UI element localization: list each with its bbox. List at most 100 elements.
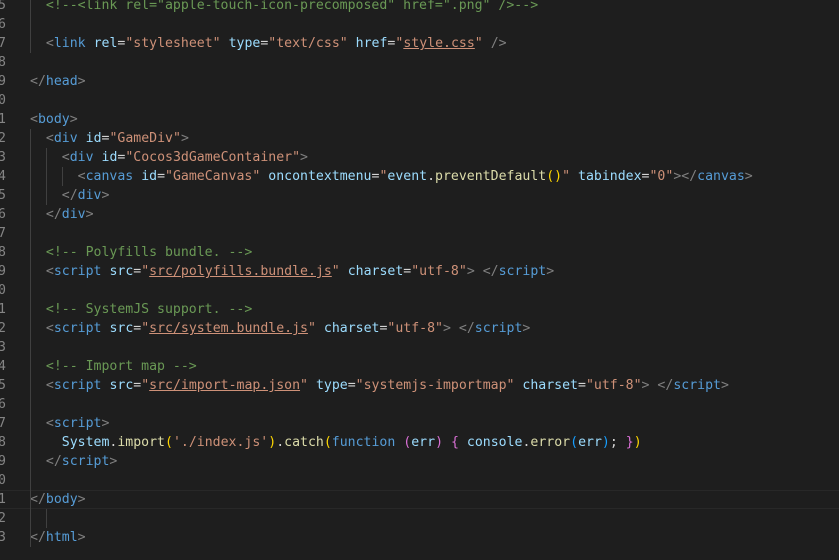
code-token: err: [411, 435, 436, 450]
code-line[interactable]: 2: [0, 509, 839, 528]
code-token: import: [117, 435, 165, 450]
code-token: >: [466, 264, 475, 279]
code-line[interactable]: 5 </div>: [0, 186, 839, 205]
code-token: <: [45, 416, 54, 431]
code-line[interactable]: 5 <!--<link rel="apple-touch-icon-precom…: [0, 0, 839, 15]
code-token[interactable]: src/import-map.json: [149, 378, 300, 393]
line-number: 3: [0, 340, 6, 355]
code-line[interactable]: 6 </div>: [0, 205, 839, 224]
code-line[interactable]: 6: [0, 395, 839, 414]
code-line[interactable]: 3 </html>: [0, 528, 839, 547]
code-token: </: [30, 492, 46, 507]
code-line[interactable]: 2 <div id="GameDiv">: [0, 129, 839, 148]
code-token: charset: [347, 264, 404, 279]
code-token: ): [435, 435, 444, 450]
line-number: 2: [0, 131, 6, 146]
code-token: >: [180, 131, 189, 146]
code-token: err: [578, 435, 602, 450]
code-token: script: [53, 321, 102, 336]
code-token: ): [633, 435, 642, 450]
code-token: src: [109, 378, 134, 393]
code-line[interactable]: 1 </body>: [0, 490, 839, 509]
code-line[interactable]: 2 <script src="src/system.bundle.js" cha…: [0, 319, 839, 338]
code-token: =: [577, 378, 586, 393]
line-number: 7: [0, 226, 6, 241]
code-line[interactable]: 1 <!-- SystemJS support. -->: [0, 300, 839, 319]
line-number: 0: [0, 283, 6, 298]
code-token: >: [109, 454, 118, 469]
line-code: <script src="src/import-map.json" type="…: [30, 376, 729, 395]
code-token: id: [85, 131, 102, 146]
line-code: </body>: [30, 491, 86, 508]
code-line[interactable]: 0: [0, 91, 839, 110]
code-token: script: [53, 378, 102, 393]
indent-guide: [30, 0, 31, 53]
code-token: System: [61, 435, 110, 450]
code-token: >: [442, 321, 451, 336]
code-token[interactable]: src/polyfills.bundle.js: [149, 264, 332, 279]
line-code: <!-- Polyfills bundle. -->: [30, 243, 252, 262]
code-line[interactable]: 0: [0, 281, 839, 300]
code-line[interactable]: 6: [0, 15, 839, 34]
code-token[interactable]: style.css: [403, 36, 474, 51]
code-token: "GameCanvas": [165, 169, 261, 184]
code-line[interactable]: 8 <!-- Polyfills bundle. -->: [0, 243, 839, 262]
code-token: (: [323, 435, 332, 450]
line-code: <div id="GameDiv">: [30, 129, 189, 148]
code-token: </: [458, 321, 475, 336]
line-number: 8: [0, 55, 6, 70]
code-line[interactable]: 9 <script src="src/polyfills.bundle.js" …: [0, 262, 839, 281]
code-token: >: [77, 492, 86, 507]
code-token[interactable]: src/system.bundle.js: [149, 321, 308, 336]
code-line[interactable]: 8 System.import('./index.js').catch(func…: [0, 433, 839, 452]
code-line[interactable]: 7 <link rel="stylesheet" type="text/css"…: [0, 34, 839, 53]
line-code: <!-- SystemJS support. -->: [30, 300, 252, 319]
code-token: tabindex: [578, 169, 642, 184]
code-line[interactable]: 4 <!-- Import map -->: [0, 357, 839, 376]
code-line[interactable]: 5 <script src="src/import-map.json" type…: [0, 376, 839, 395]
code-line[interactable]: 3 <div id="Cocos3dGameContainer">: [0, 148, 839, 167]
code-line[interactable]: 7 <script>: [0, 414, 839, 433]
code-token: './index.js': [172, 435, 269, 450]
code-line[interactable]: 3: [0, 338, 839, 357]
code-token: >: [77, 74, 86, 89]
line-code: <canvas id="GameCanvas" oncontextmenu="e…: [30, 167, 753, 186]
code-line[interactable]: 9 </script>: [0, 452, 839, 471]
code-line[interactable]: 8: [0, 53, 839, 72]
code-token: body: [45, 492, 78, 507]
code-line[interactable]: 0: [0, 471, 839, 490]
code-token: </: [61, 188, 78, 203]
code-line[interactable]: 7: [0, 224, 839, 243]
code-token: (: [165, 435, 173, 450]
code-token: error: [530, 435, 571, 450]
code-line[interactable]: 1 <body>: [0, 110, 839, 129]
line-number: 7: [0, 416, 6, 431]
code-token: "text/css": [268, 36, 348, 51]
code-token: >: [101, 188, 110, 203]
code-token: .: [427, 169, 436, 184]
code-token: ): [601, 435, 610, 450]
code-token: >: [77, 530, 86, 545]
code-token: </: [482, 264, 499, 279]
line-number: 8: [0, 435, 6, 450]
code-token: >: [546, 264, 555, 279]
code-line[interactable]: 4 <canvas id="GameCanvas" oncontextmenu=…: [0, 167, 839, 186]
code-token: script: [53, 416, 102, 431]
code-editor[interactable]: 5 <!--<link rel="apple-touch-icon-precom…: [0, 0, 839, 560]
line-number: 7: [0, 36, 6, 51]
code-token: >: [522, 321, 531, 336]
code-token: canvas: [697, 169, 745, 184]
code-token: ": [141, 321, 150, 336]
code-token: script: [53, 264, 102, 279]
code-line[interactable]: 9 </head>: [0, 72, 839, 91]
line-code: </div>: [30, 205, 94, 224]
